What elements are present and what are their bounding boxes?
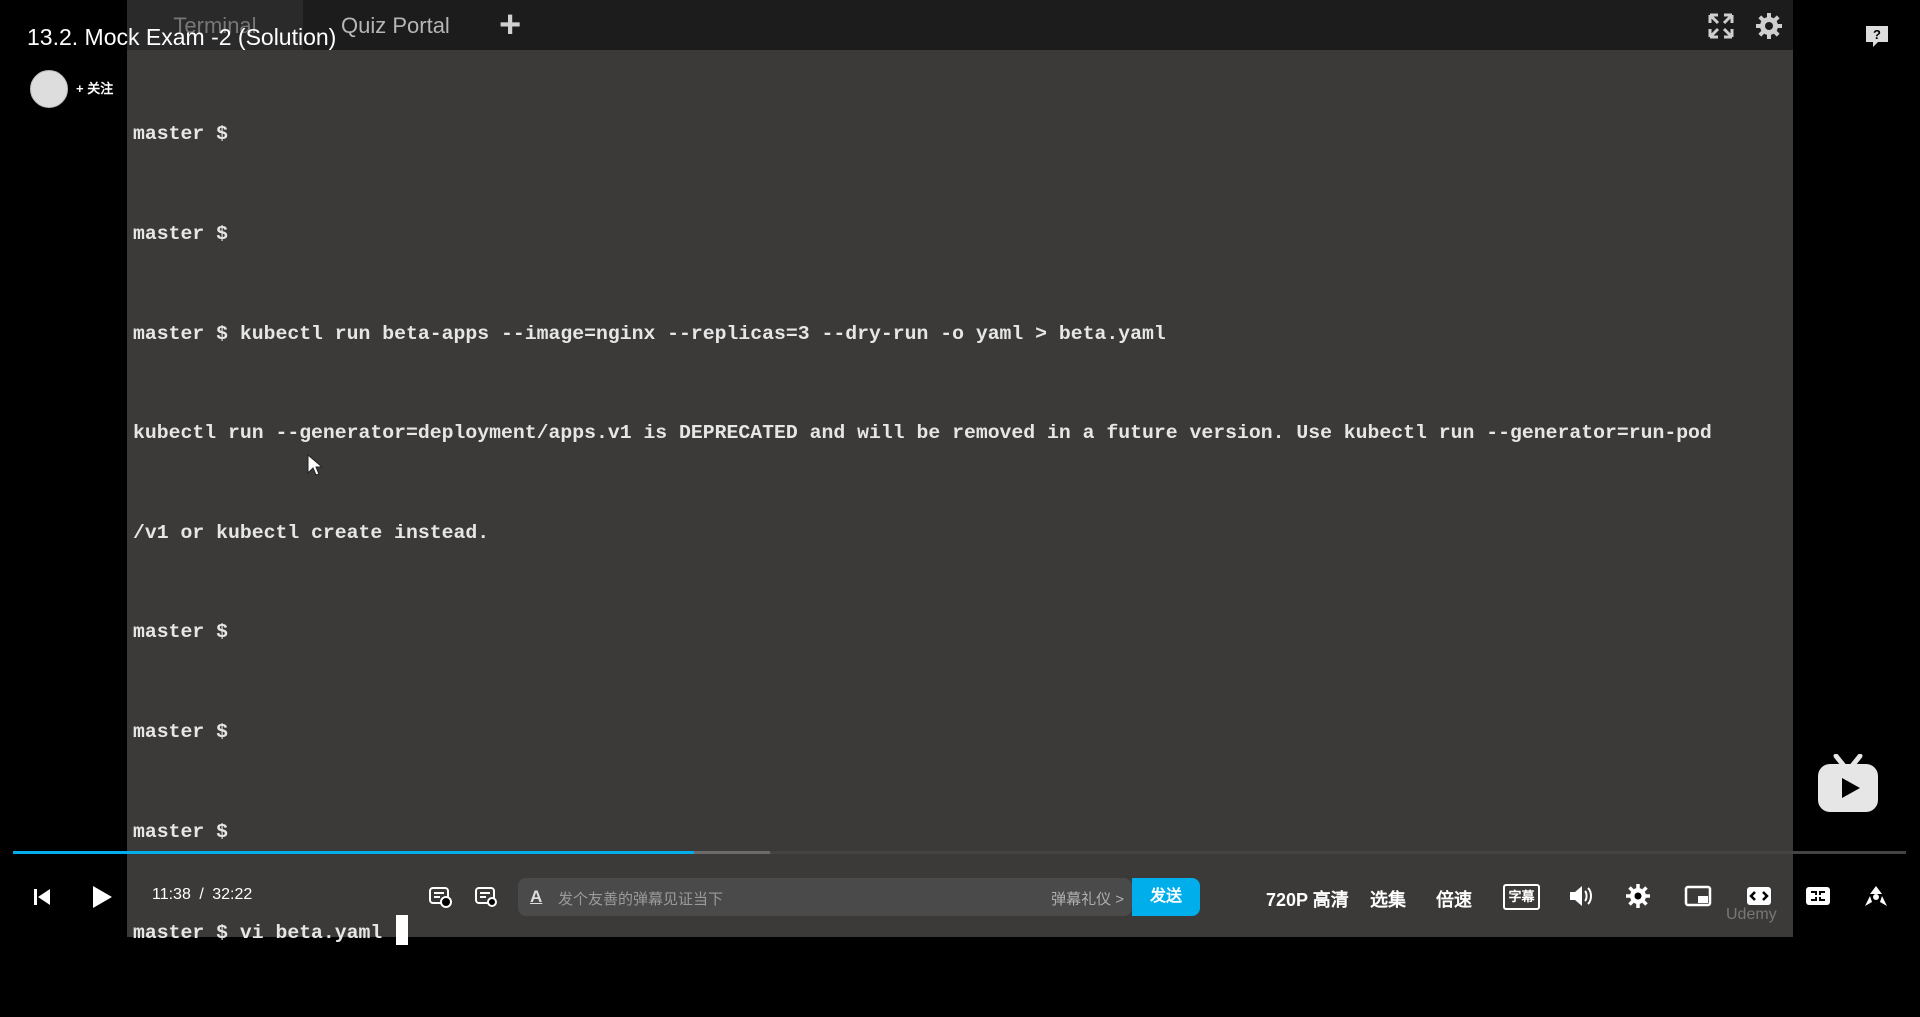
send-danmaku-button[interactable]: 发送 <box>1132 878 1200 916</box>
previous-icon[interactable] <box>32 887 52 907</box>
danmaku-toggle-icon[interactable] <box>428 886 452 908</box>
fullscreen-icon[interactable] <box>1862 884 1890 910</box>
follow-button[interactable]: + 关注 <box>76 78 113 97</box>
danmaku-input[interactable]: A 发个友善的弹幕见证当下 弹幕礼仪 > <box>518 878 1132 916</box>
tab-quiz-portal: Quiz Portal <box>341 13 450 38</box>
uploader-avatar[interactable] <box>30 70 68 108</box>
web-fullscreen-icon[interactable] <box>1804 885 1832 907</box>
terminal-settings-icon <box>1756 13 1782 39</box>
expand-icon <box>1708 13 1734 39</box>
danmaku-etiquette-link[interactable]: 弹幕礼仪 > <box>1051 888 1124 909</box>
mouse-pointer-icon <box>307 454 323 476</box>
terminal-command: master $ vi beta.yaml <box>133 922 383 945</box>
play-icon[interactable] <box>90 884 114 910</box>
picture-in-picture-icon[interactable] <box>1684 885 1712 907</box>
terminal-line: master $ <box>133 223 228 246</box>
current-time: 11:38 <box>152 886 191 903</box>
terminal-line: kubectl run --generator=deployment/apps.… <box>133 422 1712 445</box>
terminal-line: master $ kubectl run beta-apps --image=n… <box>133 322 1166 345</box>
bilibili-logo-icon <box>1818 754 1878 812</box>
progress-bar[interactable] <box>13 851 1906 854</box>
danmaku-style-icon[interactable]: A <box>530 887 542 907</box>
volume-icon[interactable] <box>1568 884 1594 908</box>
terminal-line: master $ <box>133 721 228 744</box>
udemy-watermark: Udemy <box>1726 906 1777 923</box>
text-cursor <box>396 915 409 946</box>
subtitle-button[interactable]: 字幕 <box>1503 884 1540 910</box>
time-separator: / <box>199 886 204 903</box>
terminal-line: master $ <box>133 820 228 843</box>
svg-text:?: ? <box>1873 27 1881 42</box>
speed-button[interactable]: 倍速 <box>1436 886 1472 912</box>
widescreen-icon[interactable] <box>1745 885 1773 907</box>
danmaku-placeholder: 发个友善的弹幕见证当下 <box>558 891 724 908</box>
quality-button[interactable]: 720P 高清 <box>1266 886 1349 912</box>
terminal-line: master $ <box>133 123 228 146</box>
progress-played <box>13 851 695 854</box>
terminal-line: master $ <box>133 621 228 644</box>
terminal-output: master $ master $ master $ kubectl run b… <box>133 52 1783 1017</box>
time-display: 11:38 / 32:22 <box>150 886 254 904</box>
player-settings-icon[interactable] <box>1625 883 1651 909</box>
terminal-tab-bar: Terminal Quiz Portal + <box>127 0 1793 50</box>
terminal-line: /v1 or kubectl create instead. <box>133 521 490 544</box>
add-tab-icon: + <box>499 4 522 46</box>
video-title: 13.2. Mock Exam -2 (Solution) <box>27 24 337 50</box>
danmaku-settings-icon[interactable] <box>474 886 498 908</box>
episodes-button[interactable]: 选集 <box>1370 886 1406 912</box>
duration: 32:22 <box>212 886 253 903</box>
terminal-prompt-line: master $ vi beta.yaml <box>133 915 1783 950</box>
video-frame[interactable]: Terminal Quiz Portal + master $ master $… <box>127 0 1793 946</box>
help-icon[interactable]: ? <box>1864 24 1890 48</box>
